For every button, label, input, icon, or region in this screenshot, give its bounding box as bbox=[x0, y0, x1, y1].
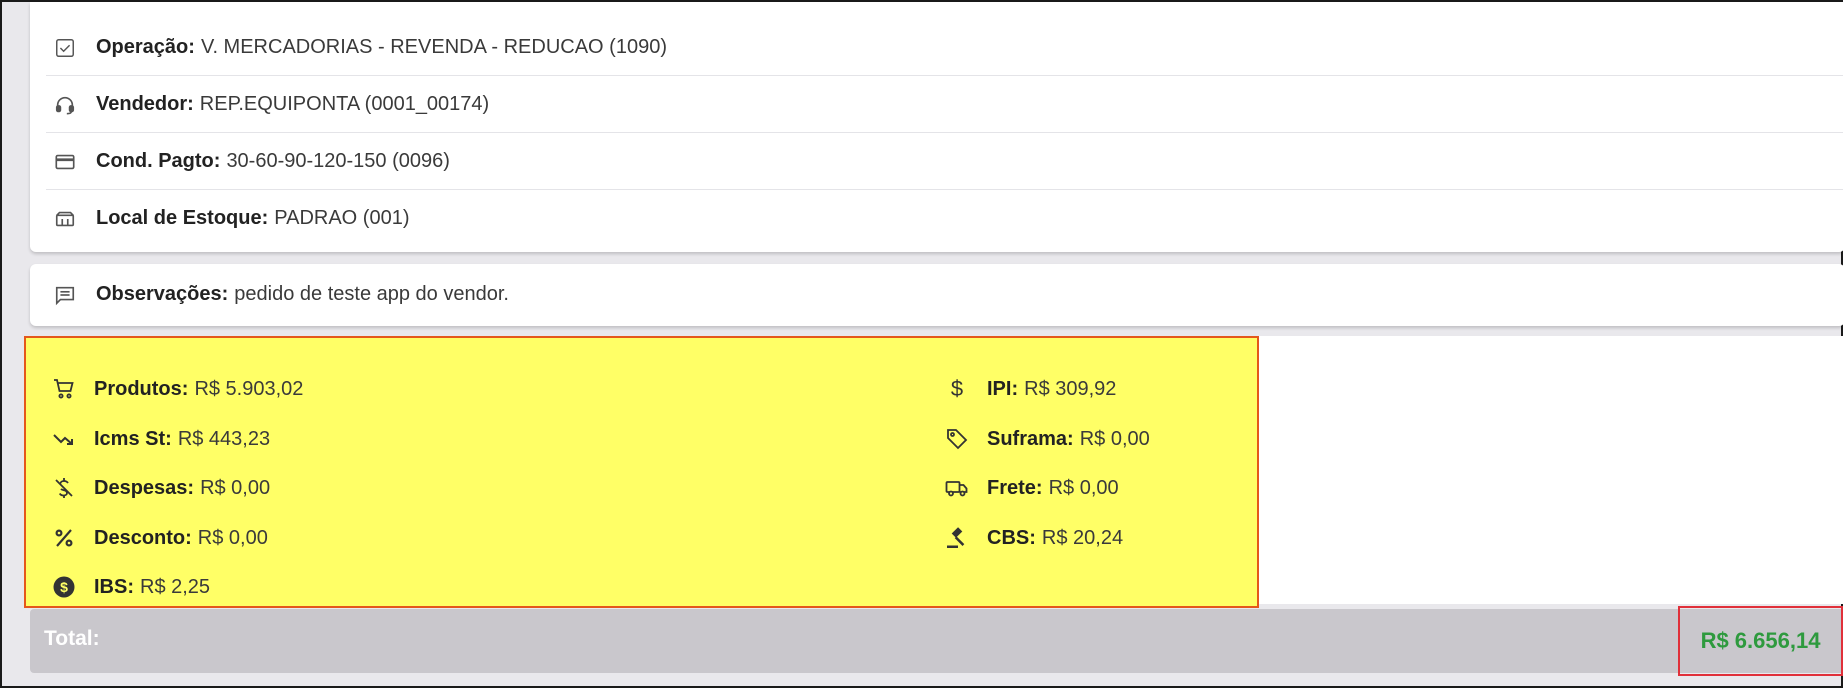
summary-despesas: Despesas: R$ 0,00 bbox=[50, 468, 270, 508]
despesas-label: Despesas: bbox=[94, 476, 195, 499]
cond-pagto-label: Cond. Pagto: bbox=[96, 150, 221, 172]
detail-row-cond-pagto: Cond. Pagto: 30-60-90-120-150 (0096) bbox=[46, 133, 1843, 190]
totals-summary-highlight: Produtos: R$ 5.903,02 Icms St: R$ 443,23… bbox=[24, 336, 1259, 608]
order-details-card: Operação: V. MERCADORIAS - REVENDA - RED… bbox=[30, 2, 1843, 252]
svg-text:$: $ bbox=[60, 579, 68, 595]
total-value: R$ 6.656,14 bbox=[1700, 628, 1821, 653]
frete-label: Frete: bbox=[987, 476, 1043, 499]
storefront-icon bbox=[52, 206, 78, 232]
detail-row-operacao: Operação: V. MERCADORIAS - REVENDA - RED… bbox=[46, 19, 1843, 76]
checkbox-icon bbox=[52, 35, 78, 61]
ipi-value: R$ 309,92 bbox=[1024, 377, 1117, 400]
summary-icms-st: Icms St: R$ 443,23 bbox=[50, 419, 270, 459]
produtos-label: Produtos: bbox=[94, 377, 189, 400]
ibs-value: R$ 2,25 bbox=[140, 575, 211, 598]
observacoes-value: pedido de teste app do vendor. bbox=[234, 283, 509, 305]
suframa-value: R$ 0,00 bbox=[1079, 427, 1150, 450]
summary-frete: Frete: R$ 0,00 bbox=[943, 468, 1119, 508]
percent-icon bbox=[50, 524, 78, 552]
summary-suframa: Suframa: R$ 0,00 bbox=[943, 419, 1150, 459]
summary-ibs: $ IBS: R$ 2,25 bbox=[50, 567, 210, 607]
dollar-icon: $ bbox=[943, 375, 971, 403]
total-label: Total: bbox=[44, 627, 100, 650]
tag-icon bbox=[943, 425, 971, 453]
produtos-value: R$ 5.903,02 bbox=[194, 377, 304, 400]
detail-row-local-estoque: Local de Estoque: PADRAO (001) bbox=[46, 190, 1843, 247]
trending-down-icon bbox=[50, 425, 78, 453]
summary-produtos: Produtos: R$ 5.903,02 bbox=[50, 369, 303, 409]
observacoes-label: Observações: bbox=[96, 283, 229, 305]
desconto-label: Desconto: bbox=[94, 526, 192, 549]
cond-pagto-value: 30-60-90-120-150 (0096) bbox=[226, 150, 450, 172]
summary-desconto: Desconto: R$ 0,00 bbox=[50, 518, 268, 558]
ibs-label: IBS: bbox=[94, 575, 134, 598]
svg-text:$: $ bbox=[951, 377, 963, 401]
observations-card: Observações: pedido de teste app do vend… bbox=[30, 264, 1843, 326]
dollar-circle-icon: $ bbox=[50, 573, 78, 601]
total-value-highlight: R$ 6.656,14 bbox=[1678, 606, 1843, 676]
summary-cbs: CBS: R$ 20,24 bbox=[943, 518, 1123, 558]
desconto-value: R$ 0,00 bbox=[197, 526, 268, 549]
cart-icon bbox=[50, 375, 78, 403]
money-off-icon bbox=[50, 474, 78, 502]
credit-card-icon bbox=[52, 149, 78, 175]
vendedor-value: REP.EQUIPONTA (0001_00174) bbox=[199, 93, 490, 115]
local-estoque-value: PADRAO (001) bbox=[274, 207, 410, 229]
local-estoque-label: Local de Estoque: bbox=[96, 207, 269, 229]
operacao-value: V. MERCADORIAS - REVENDA - REDUCAO (1090… bbox=[200, 36, 667, 58]
total-bar: Total: bbox=[30, 609, 1843, 673]
suframa-label: Suframa: bbox=[987, 427, 1074, 450]
detail-row-observacoes: Observações: pedido de teste app do vend… bbox=[46, 266, 1843, 323]
frete-value: R$ 0,00 bbox=[1048, 476, 1119, 499]
comment-icon bbox=[52, 282, 78, 308]
cbs-value: R$ 20,24 bbox=[1041, 526, 1124, 549]
gavel-icon bbox=[943, 524, 971, 552]
truck-icon bbox=[943, 474, 971, 502]
icms-st-label: Icms St: bbox=[94, 427, 172, 450]
icms-st-value: R$ 443,23 bbox=[177, 427, 271, 450]
despesas-value: R$ 0,00 bbox=[200, 476, 271, 499]
headset-icon bbox=[52, 92, 78, 118]
detail-row-vendedor: Vendedor: REP.EQUIPONTA (0001_00174) bbox=[46, 76, 1843, 133]
summary-ipi: $ IPI: R$ 309,92 bbox=[943, 369, 1117, 409]
operacao-label: Operação: bbox=[96, 36, 195, 58]
vendedor-label: Vendedor: bbox=[96, 93, 194, 115]
ipi-label: IPI: bbox=[987, 377, 1019, 400]
cbs-label: CBS: bbox=[987, 526, 1036, 549]
